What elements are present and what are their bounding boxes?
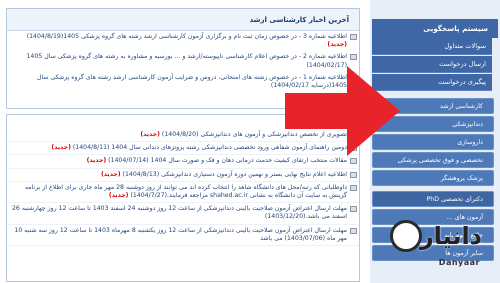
- red-arrow-icon: [285, 66, 400, 156]
- document-icon: [350, 227, 357, 234]
- sidebar-link-faq[interactable]: سوالات متداول: [372, 38, 492, 55]
- logo-mark-icon: [390, 220, 422, 252]
- document-icon: [350, 158, 357, 165]
- new-badge: (جدید): [100, 170, 121, 178]
- document-icon: [350, 184, 357, 191]
- news-text[interactable]: مهلت ارسال اعتراض آزمون صلاحیت بالینی دن…: [12, 205, 347, 220]
- news-text[interactable]: داوطلبانی که رتبه/محل های دانشگاه شاهد ر…: [25, 184, 347, 199]
- news-text[interactable]: اطلاعیه اعلام نتایج نهایی بستر و نهمین د…: [123, 171, 347, 178]
- news-item[interactable]: مهلت ارسال اعتراض آزمون صلاحیت بالینی دن…: [7, 225, 359, 247]
- new-badge: (جدید): [86, 157, 107, 165]
- news-item[interactable]: مهلت ارسال اعتراض آزمون صلاحیت بالینی دن…: [7, 203, 359, 225]
- news-text[interactable]: مهلت ارسال اعتراض آزمون صلاحیت بالینی دن…: [14, 227, 347, 242]
- new-badge: (جدید): [51, 144, 71, 152]
- news-item[interactable]: اطلاعیه شماره 3 - در خصوص زمان ثبت نام و…: [7, 31, 359, 51]
- new-badge: (جدید): [108, 192, 129, 200]
- news-item[interactable]: داوطلبانی که رتبه/محل های دانشگاه شاهد ر…: [7, 182, 359, 204]
- document-icon: [350, 171, 357, 178]
- box-title: آخرین اخبار کارشناسی ارشد: [7, 9, 359, 31]
- logo-text: دانیار: [419, 222, 482, 250]
- new-badge: (جدید): [140, 131, 160, 138]
- document-icon: [350, 54, 357, 61]
- document-icon: [350, 34, 357, 40]
- new-badge: (جدید): [327, 41, 347, 49]
- danyaar-logo: دانیار Danyaar: [382, 202, 492, 280]
- document-icon: [350, 206, 357, 213]
- news-item[interactable]: مقالات منتخب ارتقای کیفیت خدمت درمانی ده…: [7, 155, 359, 169]
- news-text[interactable]: اطلاعیه شماره 3 - در خصوص زمان ثبت نام و…: [27, 33, 347, 40]
- logo-subtext: Danyaar: [438, 258, 480, 267]
- sidebar-item-researcher[interactable]: پزشک پروهشگر: [372, 170, 494, 186]
- sidebar-header: سیستم پاسخگویی: [372, 19, 498, 38]
- news-item[interactable]: اطلاعیه اعلام نتایج نهایی بستر و نهمین د…: [7, 169, 359, 182]
- news-text[interactable]: مقالات منتخب ارتقای کیفیت خدمت درمانی ده…: [108, 157, 347, 164]
